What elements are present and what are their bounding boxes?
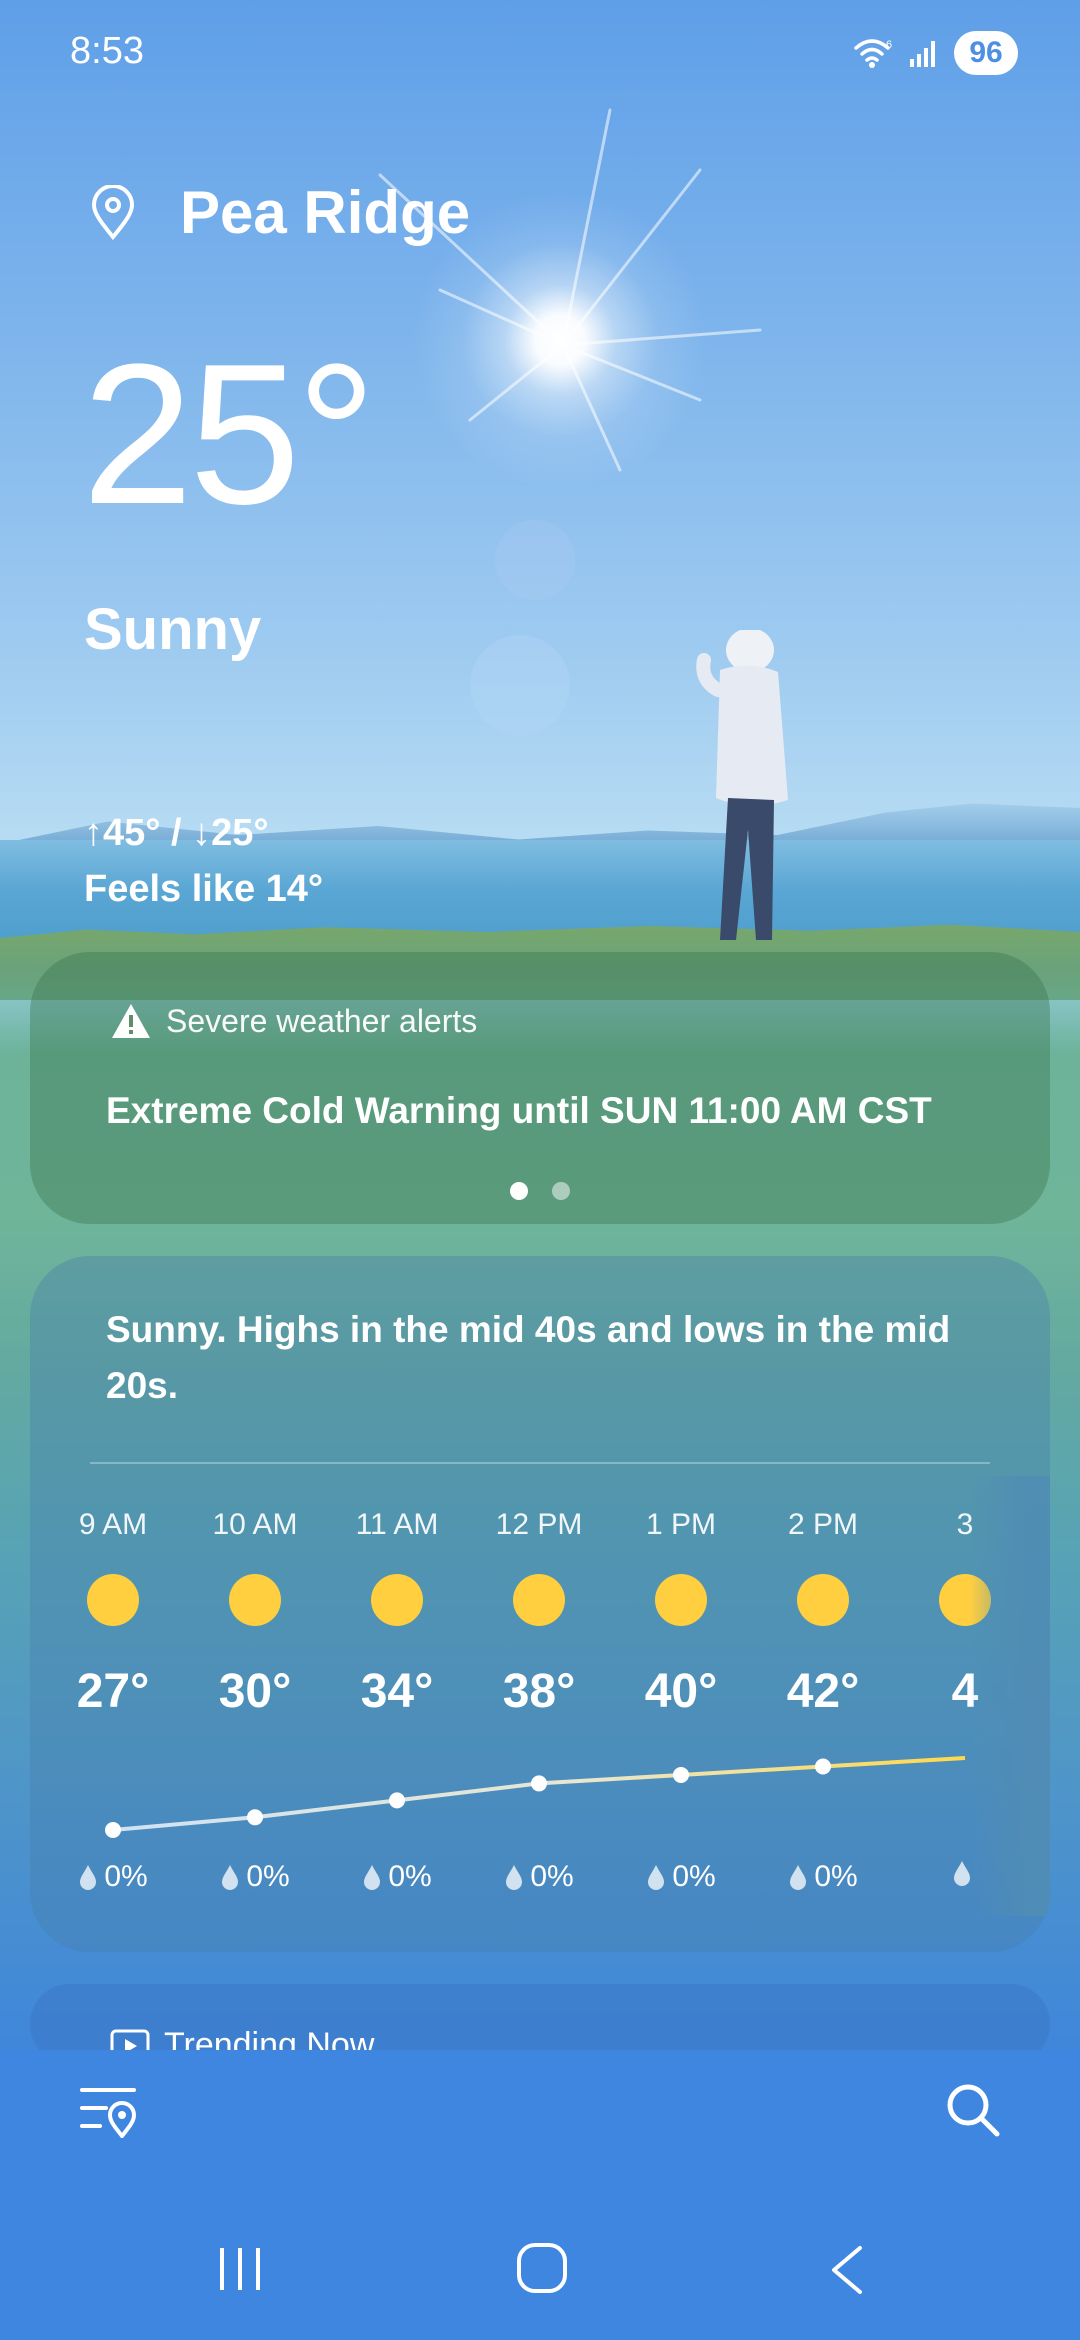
scroll-fade <box>970 1476 1050 1916</box>
current-condition: Sunny <box>84 597 262 662</box>
hour-temperature: 38° <box>502 1665 576 1718</box>
hour-temperature: 42° <box>786 1665 860 1718</box>
status-icons: 6 96 <box>854 30 1018 76</box>
precipitation-value: 0% <box>246 1860 290 1893</box>
precipitation-value: 0% <box>814 1860 858 1893</box>
hour-temperature: 30° <box>218 1665 292 1718</box>
wifi-icon: 6 <box>854 39 892 68</box>
raindrop-icon <box>648 1865 665 1890</box>
precipitation-chance: 0% <box>327 1860 467 1894</box>
status-time: 8:53 <box>70 30 144 72</box>
battery-indicator: 96 <box>954 31 1018 75</box>
hour-temperature: 34° <box>360 1665 434 1718</box>
lens-flare <box>495 520 575 600</box>
precipitation-chance: 0% <box>43 1860 183 1894</box>
sun-icon <box>797 1574 849 1626</box>
recent-apps-icon[interactable] <box>216 2244 266 2294</box>
hour-time: 1 PM <box>645 1508 717 1541</box>
hourly-item: 12 PM 38° 0% <box>469 1256 609 1952</box>
person-figure <box>696 630 788 940</box>
sun-icon <box>655 1574 707 1626</box>
high-low-temperature: ↑45° / ↓25° <box>84 812 269 854</box>
current-temperature: 25° <box>82 323 376 546</box>
lens-flare <box>470 635 570 735</box>
sun-icon <box>87 1574 139 1626</box>
raindrop-icon <box>364 1865 381 1890</box>
severe-weather-alert-card[interactable]: Severe weather alerts Extreme Cold Warni… <box>30 952 1050 1224</box>
hourly-item: 2 PM 42° 0% <box>753 1256 893 1952</box>
raindrop-icon <box>222 1865 239 1890</box>
page-dot <box>552 1182 570 1200</box>
hourly-list[interactable]: 9 AM 27° 0% 10 AM 30° 0% 11 AM 34° 0% 12 PM 38° 0% 1… <box>30 1256 1050 1952</box>
manage-locations-icon[interactable] <box>78 2082 138 2138</box>
warning-icon <box>112 1004 150 1038</box>
precipitation-value: 0% <box>672 1860 716 1893</box>
feels-like-temperature: Feels like 14° <box>84 868 324 910</box>
hourly-item: 1 PM 40° 0% <box>611 1256 751 1952</box>
precipitation-chance: 0% <box>185 1860 325 1894</box>
hour-time: 12 PM <box>495 1508 583 1541</box>
hourly-item: 11 AM 34° 0% <box>327 1256 467 1952</box>
precipitation-chance: 0% <box>469 1860 609 1894</box>
alert-heading-row: Severe weather alerts <box>110 1002 477 1040</box>
hourly-item: 10 AM 30° 0% <box>185 1256 325 1952</box>
search-icon[interactable] <box>945 2082 1001 2138</box>
raindrop-icon <box>954 1861 970 1886</box>
sun-icon <box>371 1574 423 1626</box>
precipitation-value: 0% <box>104 1860 148 1893</box>
hour-time: 9 AM <box>78 1508 148 1541</box>
hourly-item: 9 AM 27° 0% <box>43 1256 183 1952</box>
hour-time: 2 PM <box>787 1508 859 1541</box>
hour-temperature: 40° <box>644 1665 718 1718</box>
precipitation-value: 0% <box>530 1860 574 1893</box>
hour-temperature: 27° <box>76 1665 150 1718</box>
precipitation-chance: 0% <box>753 1860 893 1894</box>
location-name[interactable]: Pea Ridge <box>180 178 470 247</box>
sun-icon <box>513 1574 565 1626</box>
alert-title: Extreme Cold Warning until SUN 11:00 AM … <box>106 1090 932 1131</box>
home-icon[interactable] <box>516 2242 568 2294</box>
raindrop-icon <box>506 1865 523 1890</box>
precipitation-chance: 0% <box>611 1860 751 1894</box>
raindrop-icon <box>80 1865 97 1890</box>
back-icon[interactable] <box>826 2244 866 2296</box>
hour-time: 11 AM <box>355 1508 439 1541</box>
bottom-app-bar <box>0 2050 1080 2340</box>
alert-page-indicator <box>30 1182 1050 1200</box>
hourly-forecast-card[interactable]: Sunny. Highs in the mid 40s and lows in … <box>30 1256 1050 1952</box>
location-pin-icon <box>91 185 135 241</box>
page-dot-active <box>510 1182 528 1200</box>
sun-icon <box>229 1574 281 1626</box>
alert-heading: Severe weather alerts <box>166 1002 478 1039</box>
wifi-badge: 6 <box>886 39 892 51</box>
hour-time: 10 AM <box>212 1508 298 1541</box>
precipitation-value: 0% <box>388 1860 432 1893</box>
signal-icon <box>910 41 935 67</box>
raindrop-icon <box>790 1865 807 1890</box>
